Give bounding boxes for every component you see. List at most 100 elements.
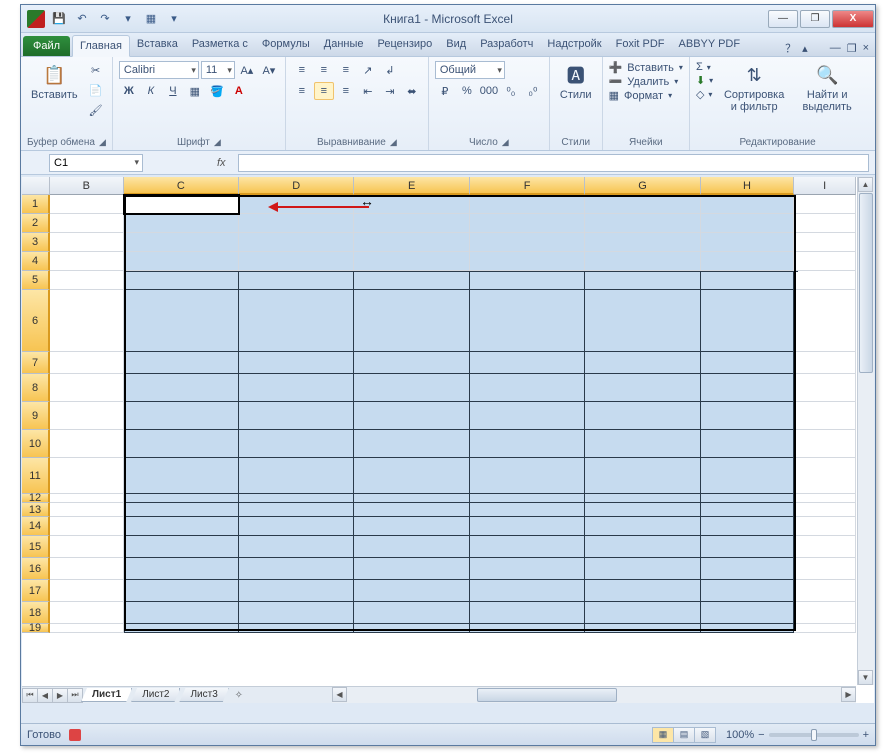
cell-D5[interactable] (239, 271, 354, 290)
ribbon-tab-надстройк[interactable]: Надстройк (540, 34, 608, 56)
mdi-maximize[interactable]: ❐ (847, 42, 857, 55)
tab-nav-last[interactable]: ⏭ (67, 688, 83, 703)
cell-I2[interactable] (794, 214, 856, 233)
cell-G6[interactable] (585, 290, 700, 352)
column-header-F[interactable]: F (470, 177, 585, 195)
increase-indent[interactable]: ⇥ (380, 82, 400, 100)
cell-H14[interactable] (701, 517, 795, 536)
ribbon-tab-данные[interactable]: Данные (317, 34, 371, 56)
cell-D19[interactable] (239, 624, 354, 633)
qat-save-button[interactable]: 💾 (49, 9, 69, 29)
align-center[interactable]: ≡ (314, 82, 334, 100)
macro-record-icon[interactable] (69, 729, 81, 741)
cell-E7[interactable] (354, 352, 469, 374)
cell-F10[interactable] (470, 430, 585, 458)
cell-I19[interactable] (794, 624, 856, 633)
cell-F4[interactable] (470, 252, 585, 271)
cell-H6[interactable] (701, 290, 795, 352)
cell-E15[interactable] (354, 536, 469, 558)
ribbon-minimize[interactable]: ▴ (802, 42, 808, 55)
cell-F11[interactable] (470, 458, 585, 494)
cell-C7[interactable] (124, 352, 239, 374)
cell-H19[interactable] (701, 624, 795, 633)
ribbon-tab-foxit pdf[interactable]: Foxit PDF (609, 34, 672, 56)
cell-C15[interactable] (124, 536, 239, 558)
cell-F13[interactable] (470, 503, 585, 517)
insert-cells-button[interactable]: ➕Вставить▾ (609, 61, 683, 74)
ribbon-tab-abbyy pdf[interactable]: ABBYY PDF (672, 34, 748, 56)
ribbon-tab-разметка с[interactable]: Разметка с (185, 34, 255, 56)
cell-D4[interactable] (239, 252, 354, 271)
cell-I17[interactable] (794, 580, 856, 602)
clipboard-launcher[interactable]: ◢ (99, 137, 106, 148)
sheet-tab-Лист1[interactable]: Лист1 (81, 688, 132, 702)
cell-C16[interactable] (124, 558, 239, 580)
decrease-indent[interactable]: ⇤ (358, 82, 378, 100)
cell-G4[interactable] (585, 252, 700, 271)
cell-G2[interactable] (585, 214, 700, 233)
cell-B9[interactable] (50, 402, 124, 430)
fx-icon[interactable]: fx (211, 157, 232, 169)
cell-I4[interactable] (794, 252, 856, 271)
qat-new-button[interactable]: ▦ (141, 9, 161, 29)
row-header-11[interactable]: 11 (22, 458, 50, 494)
cell-E10[interactable] (354, 430, 469, 458)
row-header-19[interactable]: 19 (22, 624, 50, 633)
wrap-text-button[interactable]: ↲ (380, 61, 400, 79)
cell-grid[interactable] (50, 195, 856, 685)
ribbon-tab-вставка[interactable]: Вставка (130, 34, 185, 56)
cell-I12[interactable] (794, 494, 856, 503)
styles-button[interactable]: 🅰 Стили (556, 61, 596, 103)
cell-E6[interactable] (354, 290, 469, 352)
tab-nav-first[interactable]: ⏮ (22, 688, 38, 703)
format-painter-button[interactable]: 🖌 (86, 101, 106, 119)
cell-G16[interactable] (585, 558, 700, 580)
cell-H10[interactable] (701, 430, 795, 458)
cell-D10[interactable] (239, 430, 354, 458)
qat-dropdown[interactable]: ▾ (118, 9, 138, 29)
ribbon-tab-главная[interactable]: Главная (72, 35, 130, 57)
help-button[interactable]: ？ (785, 40, 796, 56)
cell-H18[interactable] (701, 602, 795, 624)
cell-C2[interactable] (124, 214, 239, 233)
cell-H4[interactable] (701, 252, 795, 271)
zoom-slider[interactable] (769, 733, 859, 737)
cell-D8[interactable] (239, 374, 354, 402)
column-header-C[interactable]: C (124, 177, 239, 195)
delete-cells-button[interactable]: ➖Удалить▾ (609, 75, 679, 88)
cell-F7[interactable] (470, 352, 585, 374)
sheet-tab-Лист2[interactable]: Лист2 (131, 688, 180, 702)
cell-D13[interactable] (239, 503, 354, 517)
row-header-5[interactable]: 5 (22, 271, 50, 290)
cell-B15[interactable] (50, 536, 124, 558)
ribbon-tab-разработч[interactable]: Разработч (473, 34, 540, 56)
close-button[interactable]: X (832, 10, 874, 28)
cell-E5[interactable] (354, 271, 469, 290)
cell-D3[interactable] (239, 233, 354, 252)
ribbon-tab-вид[interactable]: Вид (439, 34, 473, 56)
cell-E19[interactable] (354, 624, 469, 633)
cell-G13[interactable] (585, 503, 700, 517)
cell-C4[interactable] (124, 252, 239, 271)
cell-F12[interactable] (470, 494, 585, 503)
number-format-combo[interactable]: Общий (435, 61, 505, 79)
cell-F8[interactable] (470, 374, 585, 402)
cell-G18[interactable] (585, 602, 700, 624)
cell-E2[interactable] (354, 214, 469, 233)
tab-nav-prev[interactable]: ◀ (37, 688, 53, 703)
cell-C6[interactable] (124, 290, 239, 352)
orientation-button[interactable]: ↗ (358, 61, 378, 79)
currency-button[interactable]: ₽ (435, 82, 455, 100)
cell-F15[interactable] (470, 536, 585, 558)
maximize-button[interactable]: ❐ (800, 10, 830, 28)
cell-B13[interactable] (50, 503, 124, 517)
cell-G14[interactable] (585, 517, 700, 536)
cell-I7[interactable] (794, 352, 856, 374)
cell-I3[interactable] (794, 233, 856, 252)
cell-I18[interactable] (794, 602, 856, 624)
cell-B4[interactable] (50, 252, 124, 271)
cell-B19[interactable] (50, 624, 124, 633)
cell-G1[interactable] (585, 195, 700, 214)
cell-D7[interactable] (239, 352, 354, 374)
column-header-H[interactable]: H (701, 177, 795, 195)
